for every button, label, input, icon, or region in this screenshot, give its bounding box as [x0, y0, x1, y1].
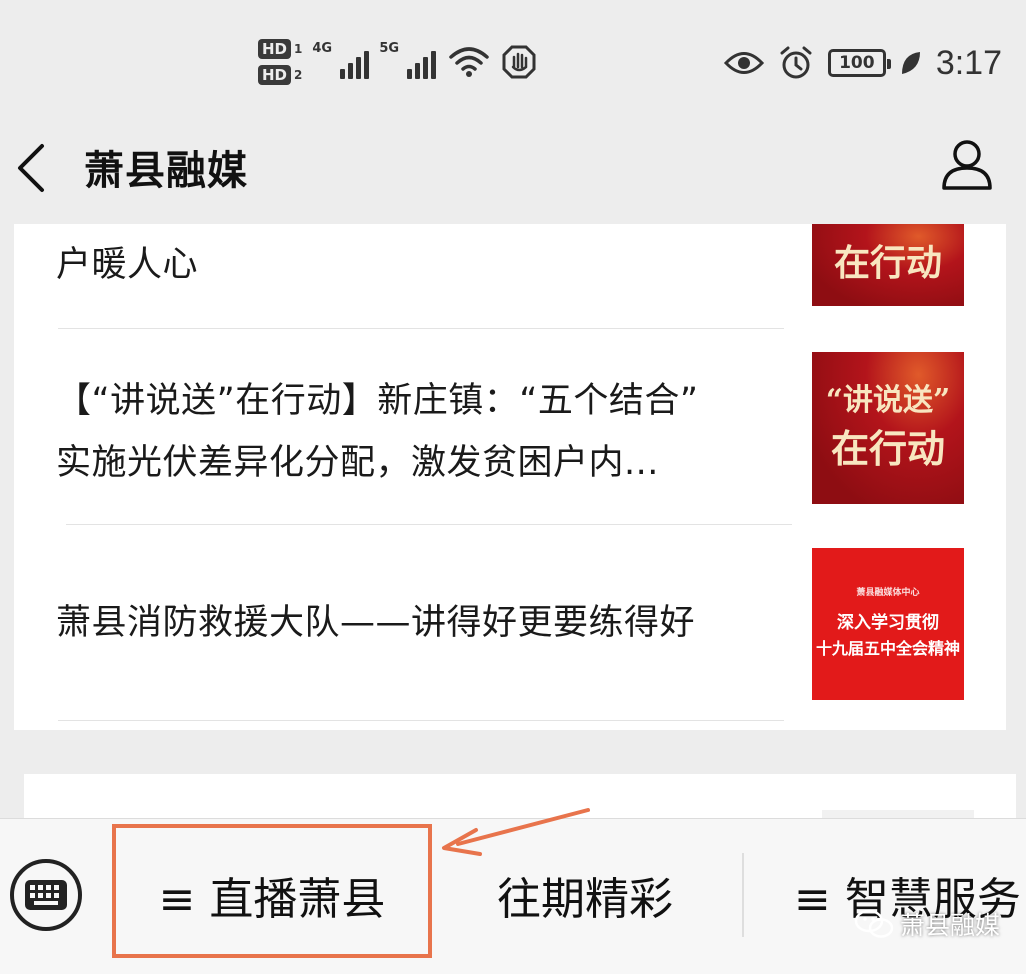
- article-thumbnail: 在行动: [812, 224, 964, 306]
- signal-icon: 5G: [379, 41, 437, 79]
- thumbnail-text: 深入学习贯彻: [837, 613, 939, 633]
- hd-badge: HD: [258, 65, 292, 85]
- menu-divider: [742, 853, 744, 937]
- article-title: 户暖人心: [56, 234, 198, 296]
- article-thumbnail: “讲说送” 在行动: [812, 352, 964, 504]
- wifi-icon: [449, 47, 490, 77]
- keyboard-icon: [25, 880, 67, 910]
- status-bar: HD 1 HD 2 4G 5G 100 3:17: [0, 0, 1026, 120]
- article-list-card: 户暖人心 在行动 【“讲说送”在行动】新庄镇：“五个结合” 实施光伏差异化分配，…: [14, 224, 1006, 730]
- thumbnail-text: 萧县融媒体中心: [856, 588, 920, 598]
- profile-button[interactable]: [938, 136, 996, 194]
- clock-time: 3:17: [935, 43, 1002, 82]
- status-bar-left: HD 1 HD 2 4G 5G: [258, 32, 536, 92]
- article-title: 萧县消防救援大队——讲得好更要练得好: [56, 592, 695, 654]
- divider: [66, 524, 792, 525]
- network-type-label: 5G: [379, 41, 400, 56]
- leaf-icon: [901, 52, 920, 74]
- thumbnail-text: 十九届五中全会精神: [815, 639, 960, 658]
- hd-indicator-1: HD 1: [258, 39, 302, 59]
- page-title: 萧县融媒: [84, 148, 248, 194]
- hd-badge: HD: [258, 39, 292, 59]
- article-thumbnail: 萧县融媒体中心 深入学习贯彻 十九届五中全会精神: [812, 548, 964, 700]
- status-bar-right: 100 3:17: [723, 40, 1002, 86]
- annotation-arrow: [442, 808, 590, 856]
- hand-icon: [502, 45, 536, 79]
- keyboard-toggle-button[interactable]: [10, 859, 82, 931]
- thumbnail-text: “讲说送”: [825, 383, 951, 418]
- article-item[interactable]: 萧县消防救援大队——讲得好更要练得好 萧县融媒体中心 深入学习贯彻 十九届五中全…: [14, 526, 1006, 724]
- article-title-line: 【“讲说送”在行动】新庄镇：“五个结合”: [56, 381, 699, 421]
- eye-icon: [723, 52, 764, 74]
- person-icon: [942, 140, 992, 190]
- thumbnail-text: 在行动: [830, 426, 945, 471]
- alarm-icon: [780, 46, 812, 79]
- divider: [58, 720, 784, 721]
- chevron-left-icon: [18, 144, 44, 192]
- back-button[interactable]: [12, 142, 52, 194]
- battery-level: 100: [839, 53, 875, 73]
- article-item[interactable]: 【“讲说送”在行动】新庄镇：“五个结合” 实施光伏差异化分配，激发贫困户内...…: [14, 330, 1006, 526]
- network-type-label: 4G: [312, 41, 333, 56]
- article-title-line: 实施光伏差异化分配，激发贫困户内...: [56, 443, 659, 483]
- hd-indicators: HD 1 HD 2: [258, 39, 302, 85]
- hd-sim-number: 1: [294, 42, 303, 56]
- hd-sim-number: 2: [294, 68, 303, 82]
- menu-item-live[interactable]: ≡ 直播萧县: [130, 859, 414, 931]
- wechat-icon: [854, 909, 894, 938]
- article-title: 【“讲说送”在行动】新庄镇：“五个结合” 实施光伏差异化分配，激发贫困户内...: [56, 370, 699, 494]
- article-item[interactable]: 户暖人心 在行动: [14, 224, 1006, 330]
- signal-icon: 4G: [312, 41, 370, 79]
- article-title-line: 户暖人心: [56, 245, 199, 285]
- divider: [58, 328, 784, 329]
- nav-bar: 萧县融媒: [0, 120, 1026, 214]
- watermark: 萧县融媒: [854, 906, 1000, 942]
- battery-icon: 100: [827, 49, 891, 77]
- thumbnail-text: 在行动: [833, 242, 942, 284]
- hd-indicator-2: HD 2: [258, 65, 302, 85]
- watermark-text: 萧县融媒: [900, 911, 1001, 940]
- article-title-line: 萧县消防救援大队——讲得好更要练得好: [56, 603, 696, 643]
